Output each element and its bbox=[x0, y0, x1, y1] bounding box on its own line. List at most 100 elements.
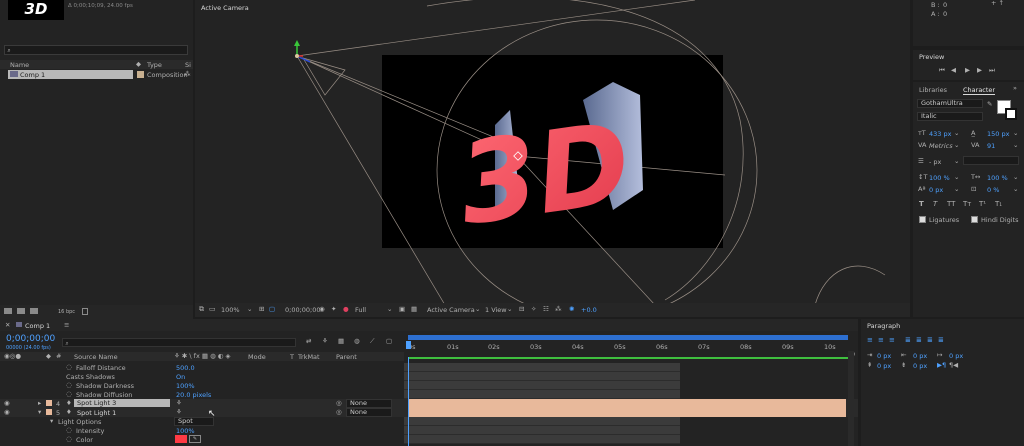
justify-all-icon[interactable]: ≣ bbox=[938, 336, 944, 344]
property-row[interactable]: ◌ Shadow Diffusion 20.0 pixels bbox=[0, 390, 858, 399]
paragraph-title[interactable]: Paragraph bbox=[867, 322, 900, 330]
space-after-value[interactable]: 0 px bbox=[913, 362, 927, 370]
col-source-name[interactable]: Source Name bbox=[74, 353, 118, 361]
new-folder-icon[interactable] bbox=[17, 308, 25, 314]
justify-left-icon[interactable]: ≣ bbox=[905, 336, 911, 344]
tab-libraries[interactable]: Libraries bbox=[919, 86, 947, 94]
hindi-digits-checkbox[interactable] bbox=[971, 215, 978, 223]
col-trkmat[interactable]: TrkMat bbox=[298, 353, 320, 361]
baseline-shift-value[interactable]: 0 px bbox=[929, 186, 943, 194]
superscript-button[interactable]: T¹ bbox=[979, 200, 986, 208]
eyedropper-icon[interactable]: ✎ bbox=[189, 435, 201, 443]
stroke-type-select[interactable] bbox=[963, 156, 1019, 165]
monitor-icon[interactable]: ▭ bbox=[209, 305, 216, 313]
col-parent[interactable]: Parent bbox=[336, 353, 357, 361]
panel-menu-icon[interactable]: » bbox=[1013, 84, 1017, 92]
small-caps-button[interactable]: Tт bbox=[963, 200, 971, 208]
faux-italic-button[interactable]: T bbox=[933, 200, 937, 208]
shy-switch-icon[interactable]: ⚘ bbox=[176, 399, 182, 407]
zoom-select[interactable]: 100% bbox=[221, 306, 240, 314]
ligatures-checkbox[interactable] bbox=[919, 215, 926, 223]
timeline-timecode[interactable]: 0;00;00;00 bbox=[6, 334, 55, 344]
always-preview-icon[interactable]: ⧉ bbox=[199, 305, 204, 314]
exposure-icon[interactable]: ✺ bbox=[569, 305, 574, 313]
layer-label-swatch[interactable] bbox=[46, 409, 52, 415]
layer-duration-bar[interactable] bbox=[408, 408, 846, 417]
viewer-timecode[interactable]: 0;00;00;00 bbox=[285, 306, 321, 314]
composition-viewer[interactable]: Active Camera 3D bbox=[195, 0, 910, 305]
time-ruler[interactable]: 0s 01s 02s 03s 04s 05s 06s 07s 08s 09s 1… bbox=[404, 335, 850, 361]
tsume-value[interactable]: 0 % bbox=[987, 186, 999, 194]
visibility-icon[interactable]: ◉ bbox=[4, 408, 10, 416]
stopwatch-icon[interactable]: ◌ bbox=[66, 363, 72, 371]
tab-comp[interactable]: Comp 1 bbox=[25, 322, 50, 330]
stopwatch-icon[interactable]: ◌ bbox=[66, 390, 72, 398]
property-row[interactable]: ◌ Falloff Distance 500.0 bbox=[0, 363, 858, 372]
show-snapshot-icon[interactable]: ✦ bbox=[331, 305, 336, 313]
light-type-select[interactable]: Spot bbox=[174, 417, 214, 426]
transparency-grid-icon[interactable]: ▦ bbox=[411, 305, 417, 313]
visibility-icon[interactable]: ◉ bbox=[4, 399, 10, 407]
prev-frame-icon[interactable]: ◀ bbox=[951, 66, 956, 74]
col-mode[interactable]: Mode bbox=[248, 353, 266, 361]
property-row[interactable]: Casts Shadows On bbox=[0, 372, 858, 381]
first-frame-icon[interactable]: ⏮ bbox=[939, 66, 945, 75]
col-t[interactable]: T bbox=[290, 353, 294, 361]
eyedropper-icon[interactable]: ✎ bbox=[987, 100, 992, 108]
property-value[interactable]: 100% bbox=[176, 427, 195, 435]
expand-arrow-icon[interactable]: ▾ bbox=[50, 417, 53, 425]
stopwatch-icon[interactable]: ◌ bbox=[66, 426, 72, 434]
motion-blur-icon[interactable]: ◍ bbox=[354, 337, 360, 345]
next-frame-icon[interactable]: ▶ bbox=[977, 66, 982, 74]
kerning-value[interactable]: Metrics bbox=[929, 142, 953, 150]
property-group-row[interactable]: ▾ Light Options Spot bbox=[0, 417, 858, 426]
shy-icon[interactable]: ⚘ bbox=[322, 337, 328, 345]
fast-preview-icon[interactable]: ✧ bbox=[531, 305, 536, 313]
checkbox-box[interactable] bbox=[971, 215, 978, 223]
roi-icon[interactable]: ▣ bbox=[399, 305, 405, 313]
graph-editor-icon[interactable]: ⟋ bbox=[370, 337, 375, 346]
resolution-select[interactable]: Full bbox=[355, 306, 366, 314]
all-caps-button[interactable]: TT bbox=[947, 200, 955, 208]
stroke-color-swatch[interactable] bbox=[1005, 108, 1017, 120]
play-icon[interactable]: ▶ bbox=[965, 66, 970, 74]
mask-icon[interactable]: ▢ bbox=[269, 305, 275, 313]
layer-name[interactable]: Spot Light 3 bbox=[74, 399, 170, 407]
subscript-button[interactable]: T₁ bbox=[995, 200, 1002, 208]
interpret-footage-icon[interactable] bbox=[4, 308, 12, 314]
draft-3d-icon[interactable]: ⇄ bbox=[306, 337, 311, 345]
indent-left-value[interactable]: 0 px bbox=[877, 352, 891, 360]
flowchart-icon[interactable]: ⁂ bbox=[555, 305, 562, 313]
font-style-select[interactable]: Italic bbox=[917, 112, 983, 121]
property-value[interactable]: 20.0 pixels bbox=[176, 391, 211, 399]
horizontal-scale-value[interactable]: 100 % bbox=[987, 174, 1008, 182]
exposure-value[interactable]: +0.0 bbox=[581, 306, 597, 314]
indent-first-value[interactable]: 0 px bbox=[949, 352, 963, 360]
stroke-width-value[interactable]: - px bbox=[929, 158, 941, 166]
property-row[interactable]: ◌ Color ✎ bbox=[0, 435, 858, 444]
checkbox-box[interactable] bbox=[919, 215, 926, 223]
delete-icon[interactable] bbox=[82, 308, 88, 315]
grid-icon[interactable]: ⊞ bbox=[259, 305, 264, 313]
col-size[interactable]: Si bbox=[185, 61, 191, 69]
property-value[interactable]: On bbox=[176, 373, 185, 381]
layer-name[interactable]: Spot Light 1 bbox=[77, 409, 116, 417]
last-frame-icon[interactable]: ⏭ bbox=[989, 66, 995, 75]
layer-search-input[interactable]: ⌕ bbox=[62, 338, 296, 347]
font-family-select[interactable]: GothamUltra bbox=[917, 99, 983, 108]
view-layout-select[interactable]: 1 View bbox=[485, 306, 507, 314]
expand-arrow-icon[interactable]: ▾ bbox=[38, 408, 41, 416]
align-center-icon[interactable]: ≡ bbox=[878, 336, 884, 344]
align-right-icon[interactable]: ≡ bbox=[889, 336, 895, 344]
property-value[interactable]: 100% bbox=[176, 382, 195, 390]
justify-right-icon[interactable]: ≣ bbox=[927, 336, 933, 344]
faux-bold-button[interactable]: T bbox=[919, 200, 924, 208]
tracking-value[interactable]: 91 bbox=[987, 142, 995, 150]
expand-arrow-icon[interactable]: ▸ bbox=[38, 399, 41, 407]
layer-label-swatch[interactable] bbox=[46, 400, 52, 406]
tab-character[interactable]: Character bbox=[963, 86, 996, 95]
parent-icon[interactable]: ◎ bbox=[336, 399, 342, 407]
search-input[interactable]: ⌕ bbox=[4, 45, 188, 55]
color-swatch[interactable] bbox=[175, 435, 187, 443]
layer-duration-bar[interactable] bbox=[408, 399, 846, 408]
